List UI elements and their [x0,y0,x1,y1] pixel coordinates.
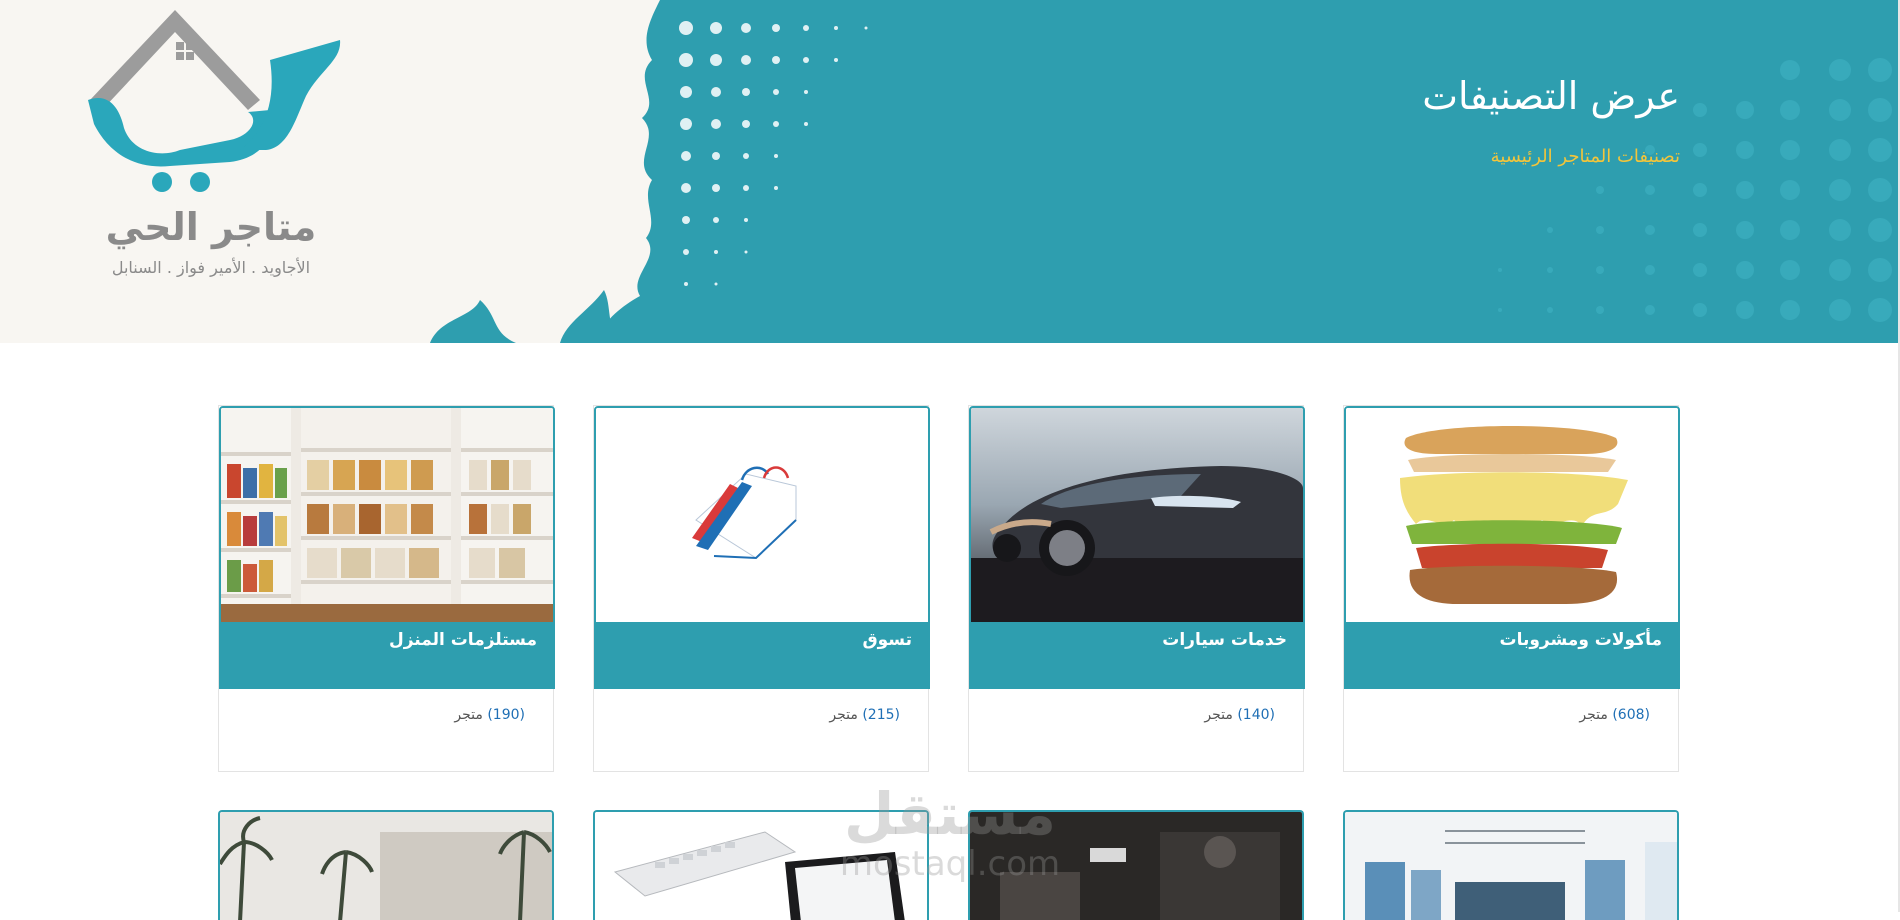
store-count-unit: متجر [1204,707,1233,723]
card-title-band: مستلزمات المنزل [221,622,553,687]
category-title[interactable]: تسوق [862,630,912,650]
card-title-band: تسوق [596,622,928,687]
category-card-row2-4[interactable] [218,810,554,920]
category-title[interactable]: خدمات سيارات [1162,630,1287,650]
card-title-band: خدمات سيارات [971,622,1303,687]
store-count-value: (215) [862,707,900,723]
store-count: (190) متجر [454,707,525,723]
category-card-shopping[interactable]: تسوق (215) متجر [593,405,930,772]
page-subtitle: تصنيفات المتاجر الرئيسية [1490,146,1680,167]
card-frame: خدمات سيارات [969,406,1305,689]
category-card-home[interactable]: مستلزمات المنزل (190) متجر [218,405,555,772]
category-card-row2-1[interactable] [1343,810,1679,920]
store-count: (140) متجر [1204,707,1275,723]
card-frame: مأكولات ومشروبات [1344,406,1680,689]
category-card-row2-2[interactable] [968,810,1304,920]
pantry-shelves-image [221,408,553,622]
store-count-value: (608) [1612,707,1650,723]
shopping-bag-image [596,408,928,622]
store-count-unit: متجر [1579,707,1608,723]
page-title: عرض التصنيفات [1422,74,1680,118]
category-card-row2-3[interactable] [593,810,929,920]
hero-banner: متاجر الحي الأجاويد . الأمير فواز . السن… [0,0,1900,343]
brand-name: متاجر الحي [105,205,317,249]
store-count-unit: متجر [454,707,483,723]
store-count: (215) متجر [829,707,900,723]
category-title[interactable]: مستلزمات المنزل [389,630,537,650]
kitchen-appliance-image [970,812,1302,920]
card-title-band: مأكولات ومشروبات [1346,622,1678,687]
office-room-image [1345,812,1677,920]
hotel-building-image [220,812,552,920]
card-frame: مستلزمات المنزل [219,406,555,689]
category-card-cars[interactable]: خدمات سيارات (140) متجر [968,405,1305,772]
card-frame: تسوق [594,406,930,689]
electronics-image [595,812,927,920]
store-count-unit: متجر [829,707,858,723]
category-title[interactable]: مأكولات ومشروبات [1500,630,1663,650]
sandwich-image [1346,408,1678,622]
store-count-value: (190) [487,707,525,723]
store-count: (608) متجر [1579,707,1650,723]
store-count-value: (140) [1237,707,1275,723]
brand-tagline: الأجاويد . الأمير فواز . السنابل [111,258,311,277]
car-image [971,408,1303,622]
category-card-food[interactable]: مأكولات ومشروبات (608) متجر [1343,405,1680,772]
